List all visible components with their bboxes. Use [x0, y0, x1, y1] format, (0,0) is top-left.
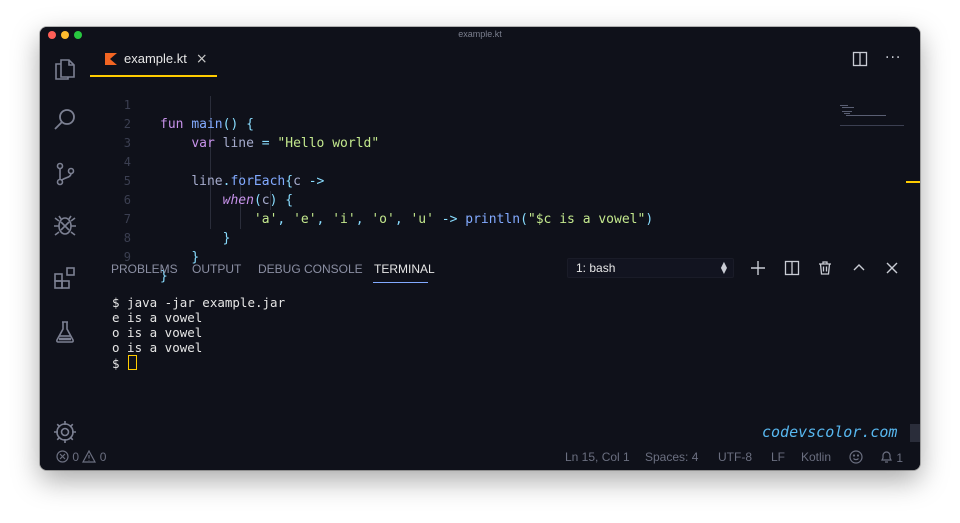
indentation[interactable]: Spaces: 4	[645, 450, 698, 464]
tab-output[interactable]: OUTPUT	[192, 262, 241, 276]
terminal-cursor	[128, 355, 138, 370]
language-mode[interactable]: Kotlin	[801, 450, 831, 464]
more-actions-icon[interactable]: ···	[885, 50, 901, 66]
terminal-select-value: 1: bash	[576, 261, 616, 275]
flask-icon[interactable]	[50, 317, 80, 347]
code-line: 6 'a', 'e', 'i', 'o', 'u' -> println("$c…	[90, 172, 870, 227]
scrollbar-marker[interactable]	[906, 181, 920, 183]
editor-tab-bar: example.kt × ···	[90, 42, 920, 77]
error-icon	[56, 450, 69, 463]
terminal-line: $ java -jar example.jar	[112, 295, 286, 310]
error-count: 0	[72, 450, 80, 464]
code-line: 2 var line = "Hello world"	[90, 96, 870, 151]
warning-icon	[82, 450, 97, 463]
vscode-window: example.kt example.kt × ··· 1 fun main()…	[40, 27, 920, 470]
problems-status[interactable]: 0 0	[56, 450, 106, 464]
activity-bar	[40, 42, 90, 455]
warning-count: 0	[99, 450, 107, 464]
panel-scrollbar[interactable]	[910, 424, 920, 442]
terminal-line: o is a vowel	[112, 340, 203, 355]
minimap[interactable]	[840, 105, 904, 126]
split-terminal-icon[interactable]	[784, 260, 800, 276]
code-line: 3	[90, 115, 870, 150]
extensions-icon[interactable]	[50, 263, 80, 293]
new-terminal-icon[interactable]	[750, 260, 766, 276]
code-line: 9 }	[90, 229, 870, 284]
split-editor-icon[interactable]	[852, 51, 868, 67]
kotlin-icon	[105, 52, 117, 65]
close-panel-icon[interactable]	[884, 260, 900, 276]
tab-terminal[interactable]: TERMINAL	[374, 262, 435, 276]
bell-icon	[881, 451, 892, 463]
active-tab-indicator	[373, 282, 428, 283]
chevron-updown-icon: ▲ ▼	[720, 260, 727, 275]
source-control-icon[interactable]	[50, 159, 80, 189]
end-of-line[interactable]: LF	[771, 450, 785, 464]
notification-count: 1	[896, 451, 904, 465]
search-icon[interactable]	[50, 105, 80, 135]
tab-close-icon[interactable]: ×	[196, 51, 208, 67]
window-title: example.kt	[458, 29, 502, 39]
gear-icon[interactable]	[50, 417, 80, 447]
terminal-line: e is a vowel	[112, 310, 203, 325]
terminal-prompt: $	[112, 356, 128, 371]
chevron-up-icon[interactable]	[851, 260, 867, 276]
feedback-icon[interactable]	[849, 450, 863, 465]
title-bar: example.kt	[40, 27, 920, 42]
terminal-select[interactable]: 1: bash ▲ ▼	[567, 258, 734, 278]
explorer-icon[interactable]	[50, 54, 80, 84]
tab-problems[interactable]: PROBLEMS	[111, 262, 178, 276]
terminal-prompt-line: $	[112, 355, 892, 371]
notifications[interactable]: 1	[880, 450, 903, 465]
tab-example-kt[interactable]: example.kt ×	[90, 42, 217, 77]
trash-icon[interactable]	[817, 260, 833, 276]
status-bar: 0 0 Ln 15, Col 1 Spaces: 4 UTF-8 LF Kotl…	[40, 446, 920, 470]
terminal-line: o is a vowel	[112, 325, 203, 340]
code-editor[interactable]: 1 fun main() { 2 var line = "Hello world…	[90, 77, 920, 284]
code-line: 8 }	[90, 210, 870, 265]
watermark: codevscolor.com	[762, 423, 898, 441]
code-line: 1 fun main() {	[90, 77, 870, 132]
code-line: 7 }	[90, 191, 870, 246]
terminal-output[interactable]: $ java -jar example.jar e is a vowel o i…	[112, 295, 892, 371]
tab-debug-console[interactable]: DEBUG CONSOLE	[258, 262, 363, 276]
tab-label: example.kt	[124, 51, 187, 66]
cursor-position[interactable]: Ln 15, Col 1	[565, 450, 630, 464]
code-line: 4 line.forEach{c ->	[90, 134, 870, 189]
debug-icon[interactable]	[50, 210, 80, 240]
encoding[interactable]: UTF-8	[718, 450, 752, 464]
code-line: 5 when(c) {	[90, 153, 870, 208]
